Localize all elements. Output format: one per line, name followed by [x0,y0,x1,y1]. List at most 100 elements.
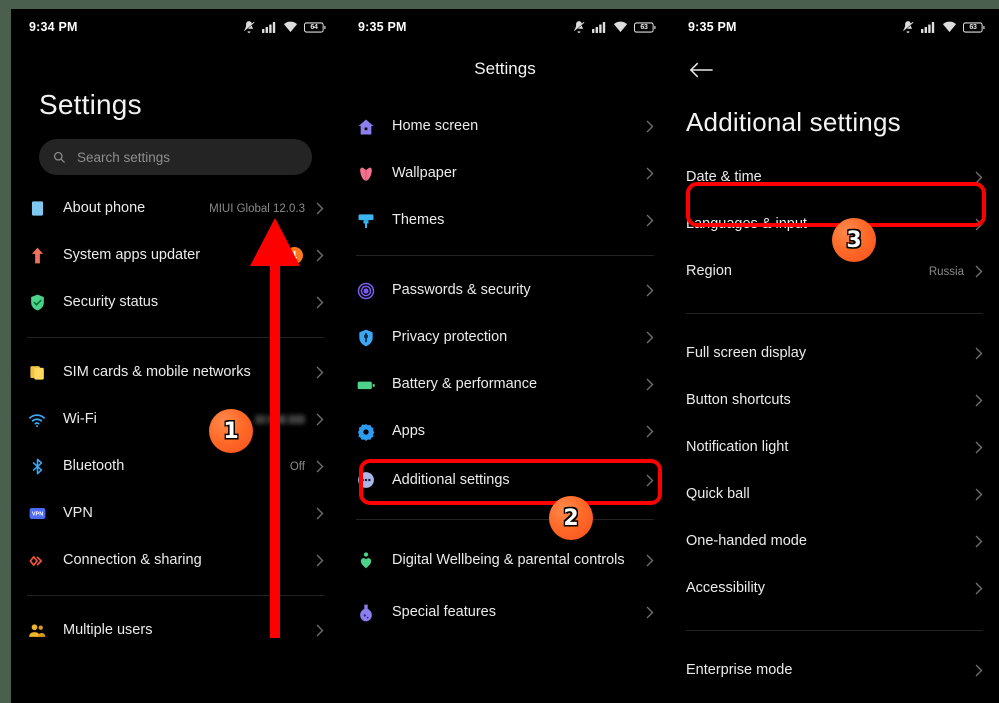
search-icon [53,151,65,163]
special-features-icon [340,603,392,623]
status-clock: 9:35 PM [688,20,737,34]
row-label: Apps [392,423,426,440]
row-label: Battery & performance [392,376,538,393]
chevron-right-icon [314,296,326,309]
multiple-users-icon [11,621,63,641]
row-label: Notification light [686,439,789,456]
row-label: Themes [392,212,445,229]
row-label: Passwords & security [392,282,531,299]
row-notification-light[interactable]: Notification light [670,424,999,471]
row-bluetooth[interactable]: Bluetooth Off [11,443,340,490]
row-label: Quick ball [686,486,750,503]
chevron-right-icon [314,554,326,567]
chevron-right-icon [314,366,326,379]
row-label: Date & time [686,169,762,186]
status-icons: 63 [901,20,985,34]
status-bar-panel1: 9:34 PM 64 [11,9,340,45]
row-home-screen[interactable]: Home screen [340,103,670,150]
chevron-right-icon [973,347,985,360]
chevron-right-icon [644,378,656,391]
row-apps[interactable]: Apps [340,408,670,455]
row-vpn[interactable]: VPN VPN [11,490,340,537]
privacy-protection-icon [340,328,392,348]
update-count-badge: 1 [286,247,303,264]
row-enterprise-mode[interactable]: Enterprise mode [670,647,999,694]
row-battery-performance[interactable]: Battery & performance [340,361,670,408]
row-value: Off [289,460,305,473]
chevron-right-icon [644,167,656,180]
battery-level: 63 [969,23,977,31]
row-label: Enterprise mode [686,662,793,679]
chevron-right-icon [973,582,985,595]
status-clock: 9:35 PM [358,20,407,34]
chevron-right-icon [644,606,656,619]
battery-icon: 64 [304,21,326,33]
row-about-phone[interactable]: About phone MIUI Global 12.0.3 [11,185,340,232]
status-icons: 63 [572,20,656,34]
passwords-security-icon [340,281,392,301]
row-label: Privacy protection [392,329,508,346]
battery-level: 63 [640,23,648,31]
chevron-right-icon [314,624,326,637]
row-connection-sharing[interactable]: Connection & sharing [11,537,340,584]
list-divider [686,313,983,314]
status-bar-panel2: 9:35 PM 63 [340,9,670,45]
chevron-right-icon [973,171,985,184]
security-status-icon [11,293,63,312]
row-one-handed-mode[interactable]: One-handed mode [670,518,999,565]
row-security-status[interactable]: Security status [11,279,340,326]
row-label: Additional settings [392,471,510,488]
row-label: SIM cards & mobile networks [63,364,251,381]
chevron-right-icon [644,425,656,438]
battery-icon: 63 [963,21,985,33]
toolbar-title-settings: Settings [474,59,536,78]
row-region[interactable]: Region Russia [670,248,999,295]
chevron-right-icon [644,284,656,297]
mute-icon [243,21,256,33]
list-divider [686,630,983,631]
row-additional-settings[interactable]: Additional settings [340,455,670,505]
chevron-right-icon [973,664,985,677]
row-privacy-protection[interactable]: Privacy protection [340,314,670,361]
chevron-right-icon [973,441,985,454]
row-passwords-security[interactable]: Passwords & security [340,267,670,314]
wifi-icon [942,21,957,33]
row-special-features[interactable]: Special features [340,589,670,636]
battery-performance-icon [340,375,392,395]
row-date-time[interactable]: Date & time [670,154,999,201]
row-label: Multiple users [63,622,153,639]
row-label: Security status [63,294,159,311]
row-system-apps-updater[interactable]: System apps updater 1 [11,232,340,279]
panel-additional-settings: 9:35 PM 63 Additional settings Date & ti… [670,9,999,703]
back-arrow-icon[interactable] [686,55,716,85]
row-wallpaper[interactable]: Wallpaper [340,150,670,197]
row-full-screen-display[interactable]: Full screen display [670,330,999,377]
row-themes[interactable]: Themes [340,197,670,244]
row-label: Languages & input [686,216,807,233]
mute-icon [573,21,586,33]
settings-list-panel2: Home screen Wallpaper Themes Passwords &… [340,103,670,636]
row-sim-cards[interactable]: SIM cards & mobile networks [11,349,340,396]
row-digital-wellbeing[interactable]: Digital Wellbeing & parental controls [340,531,670,589]
row-multiple-users[interactable]: Multiple users [11,607,340,654]
status-icons: 64 [242,20,326,34]
search-settings-field[interactable]: Search settings [39,139,312,175]
row-label: About phone [63,200,146,217]
row-label: Wallpaper [392,165,457,182]
system-updater-icon [11,246,63,265]
chevron-right-icon [973,488,985,501]
wifi-network-value-redacted [255,415,305,424]
about-phone-icon [11,199,63,218]
panel-settings-scrolled: 9:35 PM 63 Settings Home screen Wallpape… [340,9,670,703]
row-quick-ball[interactable]: Quick ball [670,471,999,518]
chevron-right-icon [644,474,656,487]
chevron-right-icon [973,218,985,231]
bluetooth-icon [11,457,63,476]
page-title-additional-settings: Additional settings [686,107,901,137]
row-wifi[interactable]: Wi-Fi [11,396,340,443]
chevron-right-icon [644,214,656,227]
chevron-right-icon [973,535,985,548]
chevron-right-icon [644,120,656,133]
row-accessibility[interactable]: Accessibility [670,565,999,612]
row-button-shortcuts[interactable]: Button shortcuts [670,377,999,424]
